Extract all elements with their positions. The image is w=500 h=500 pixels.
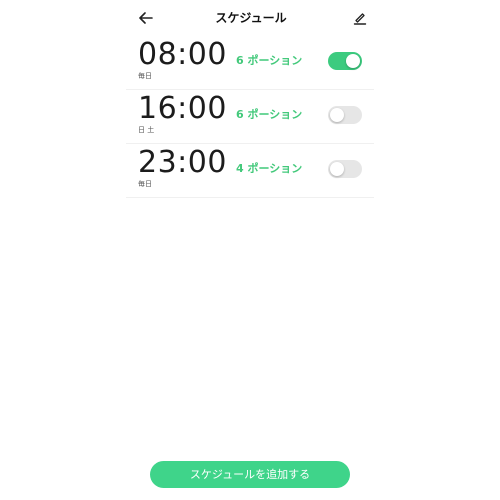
schedule-days: 日 土: [138, 126, 155, 134]
schedule-list: 08:00 毎日 6 ポーション 16:00 日 土 6 ポーション 23:00…: [126, 36, 374, 198]
schedule-toggle[interactable]: [328, 52, 362, 70]
schedule-portion: 6 ポーション: [236, 108, 303, 121]
edit-button[interactable]: [350, 8, 370, 28]
schedule-row[interactable]: 08:00 毎日 6 ポーション: [126, 36, 374, 90]
schedule-portion: 6 ポーション: [236, 54, 303, 67]
add-schedule-button[interactable]: スケジュールを追加する: [150, 461, 350, 488]
schedule-toggle[interactable]: [328, 160, 362, 178]
schedule-time: 16:00: [138, 91, 227, 126]
page-title: スケジュール: [215, 11, 287, 25]
schedule-time: 23:00: [138, 145, 227, 180]
schedule-days: 毎日: [138, 72, 152, 80]
schedule-toggle[interactable]: [328, 106, 362, 124]
toggle-knob: [330, 108, 344, 122]
toggle-knob: [330, 162, 344, 176]
schedule-days: 毎日: [138, 180, 152, 188]
toggle-knob: [346, 54, 360, 68]
pencil-icon: [353, 13, 367, 25]
header: スケジュール: [128, 0, 374, 36]
schedule-row[interactable]: 16:00 日 土 6 ポーション: [126, 90, 374, 144]
schedule-time: 08:00: [138, 37, 227, 72]
schedule-portion: 4 ポーション: [236, 162, 303, 175]
schedule-row[interactable]: 23:00 毎日 4 ポーション: [126, 144, 374, 198]
schedule-screen: スケジュール 08:00 毎日 6 ポーション 16:00 日 土 6 ポーショ…: [0, 0, 500, 500]
